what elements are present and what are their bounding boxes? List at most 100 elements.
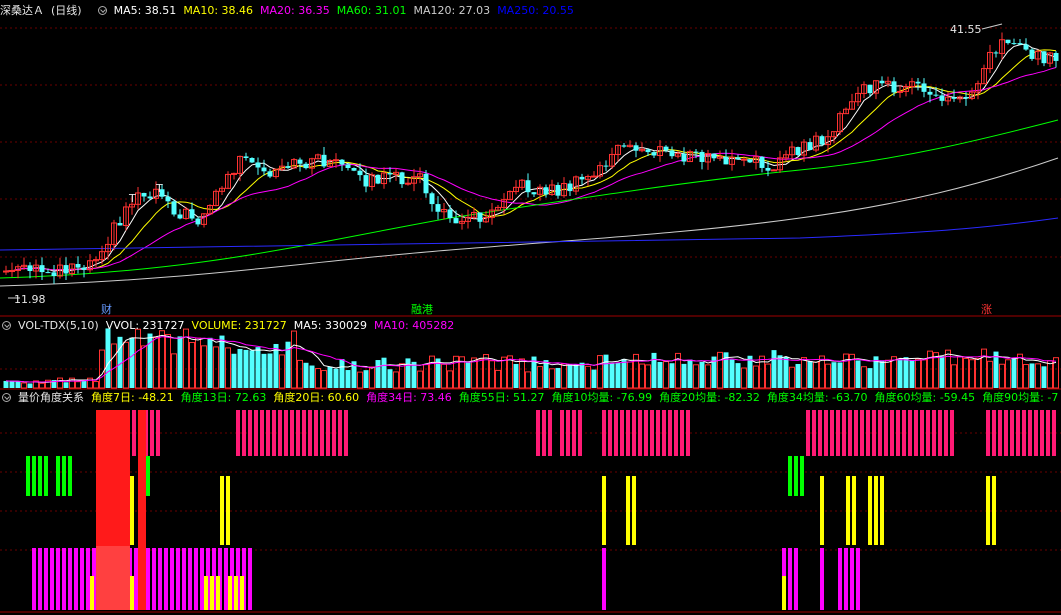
angle-bar-magenta [32,548,36,610]
volume-bar-up [633,353,639,389]
candle-down [435,204,441,212]
angle-bar-magenta [74,548,78,610]
volume-bar-down [411,361,417,388]
angle-bar-pink [632,410,636,456]
candle-down [891,81,897,93]
volume-bar-up [195,337,201,389]
volume-bar-up [801,357,807,389]
volume-bar-up [1017,353,1023,389]
volume-bar-up [291,330,297,389]
indicator-pane[interactable] [26,410,1056,610]
candle-down [747,159,753,163]
volume-bar-down [465,361,471,388]
volume-bar-down [513,363,519,388]
angle-bar-magenta [182,548,186,610]
candle-down [723,156,729,165]
volume-bar-down [303,362,309,388]
angle-bar-pink [1052,410,1056,456]
angle-bar-pink [1046,410,1050,456]
angle-bar-yellow [868,476,872,545]
volume-bar-down [909,360,915,388]
event-tag-label: 涨 [981,303,992,316]
candle-down [735,157,741,160]
header-value: 角度34日: 73.46 [366,391,452,404]
angle-bar-pink [308,410,312,456]
angle-bar-pink [608,410,612,456]
angle-bar-magenta [152,548,156,610]
volume-bar-down [249,350,255,388]
indicator-menu-icon[interactable] [2,392,11,402]
angle-bar-green [44,456,48,496]
chart-canvas[interactable]: 41.55 11.98 T T [0,0,1061,615]
candle-down [363,175,369,187]
price-pane[interactable] [0,32,1059,287]
volume-bar-up [417,370,423,389]
volume-bar-down [837,362,843,388]
angle-bar-green [38,456,42,496]
ma-line [5,49,1057,272]
volume-bar-up [489,360,495,389]
candle-down [711,153,717,159]
candle-down [387,172,393,175]
angle-bar-pink [824,410,828,456]
candle-down [963,97,969,99]
event-tag-limit-up[interactable]: 涨 [980,303,993,316]
event-tag-earnings[interactable]: 财 [100,303,113,316]
angle-bar-pink [332,410,336,456]
volume-bar-up [39,382,45,389]
candle-down [603,165,609,167]
candle-up [897,90,903,93]
indicator-menu-icon[interactable] [2,320,11,330]
angle-bar-pink [272,410,276,456]
angle-bar-yellow [90,576,94,610]
candle-up [741,158,747,161]
angle-bar-magenta [56,548,60,610]
event-tag-hk-connect[interactable]: 融港 [410,303,434,316]
angle-bar-pink [150,410,154,456]
angle-bar-pink [914,410,918,456]
candle-down [375,174,381,184]
volume-bar-up [393,371,399,389]
volume-bar-up [501,356,507,389]
moving-average-lines [0,43,1059,287]
angle-bar-yellow [992,476,996,545]
candle-down [255,162,261,168]
angle-bar-pink [662,410,666,456]
angle-bar-pink [614,410,618,456]
angle-bar-yellow [130,576,134,610]
angle-bar-green [32,456,36,496]
candle-down [759,156,765,168]
volume-pane[interactable] [3,328,1059,389]
angle-bar-pink [998,410,1002,456]
volume-bar-down [3,380,9,388]
candle-down [579,176,585,180]
angle-bar-pink [620,410,624,456]
header-value: 角度7日: -48.21 [91,391,174,404]
candle-up [591,175,597,178]
volume-bar-up [279,354,285,389]
indicator-menu-icon[interactable] [97,5,107,15]
volume-bar-up [213,346,219,389]
stock-title: 深桑达Ａ [0,4,44,17]
angle-bar-magenta [164,548,168,610]
candle-down [51,272,57,277]
angle-bar-pink [132,410,136,456]
angle-bar-pink [878,410,882,456]
candle-down [807,142,813,151]
candle-up [405,182,411,185]
candle-down [267,171,273,177]
candle-down [699,151,705,162]
volume-bar-down [609,363,615,388]
candle-down [543,187,549,195]
volume-bar-up [765,363,771,389]
candle-down [345,164,351,169]
volume-bar-down [333,368,339,388]
volume-bar-down [621,358,627,388]
volume-bar-down [897,358,903,388]
volume-bar-down [105,328,111,388]
volume-bar-up [321,370,327,389]
candle-down [171,201,177,215]
angle-bar-pink [284,410,288,456]
volume-bar-down [657,361,663,388]
angle-bar-pink [674,410,678,456]
